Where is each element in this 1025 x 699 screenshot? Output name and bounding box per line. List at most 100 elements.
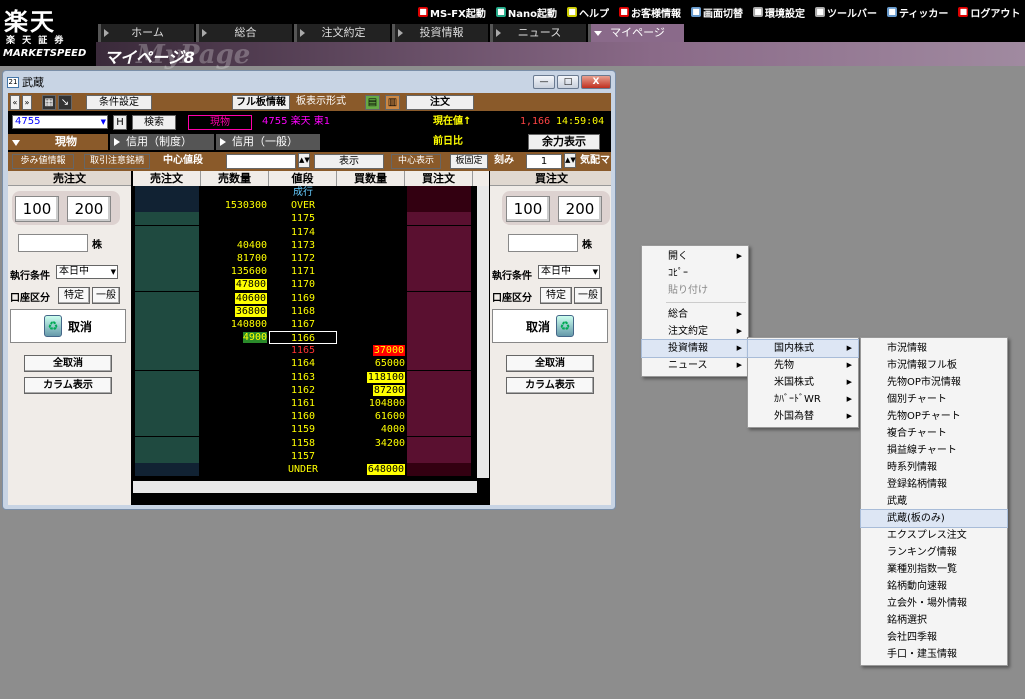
sell-order-cell[interactable] xyxy=(135,462,199,476)
buy-order-cell[interactable] xyxy=(407,251,471,265)
buy-qty-200-button[interactable]: 200 xyxy=(558,196,602,222)
pointer-icon[interactable]: ↘ xyxy=(58,95,72,110)
sell-order-cell[interactable] xyxy=(135,238,199,252)
menu3-item-3[interactable]: 個別チャート xyxy=(861,391,1007,408)
buy-order-cell[interactable] xyxy=(407,186,471,199)
sell-order-cell[interactable] xyxy=(135,436,199,450)
tick-spinner[interactable]: ▲▼ xyxy=(564,153,576,168)
menu3-item-1[interactable]: 市況情報フル板 xyxy=(861,357,1007,374)
menu1-item-5[interactable]: 投資情報 xyxy=(641,339,749,358)
sell-acct-ippan[interactable]: 一般 xyxy=(92,287,120,304)
buy-order-cell[interactable] xyxy=(407,265,471,279)
sell-qty-input[interactable] xyxy=(18,234,88,252)
sell-order-cell[interactable] xyxy=(135,304,199,318)
sell-order-cell[interactable] xyxy=(135,291,199,305)
buy-order-cell[interactable] xyxy=(407,423,471,437)
menu1-item-1[interactable]: ｺﾋﾟｰ xyxy=(642,265,748,282)
sell-acct-tokutei[interactable]: 特定 xyxy=(58,287,90,304)
buy-column-button[interactable]: カラム表示 xyxy=(506,377,594,394)
board-hscroll[interactable] xyxy=(133,481,477,493)
sell-order-cell[interactable] xyxy=(135,344,199,358)
sell-order-cell[interactable] xyxy=(135,265,199,279)
nav-tab-2[interactable]: 注文約定 xyxy=(294,24,390,42)
buy-order-cell[interactable] xyxy=(407,238,471,252)
menu2-item-0[interactable]: 国内株式 xyxy=(747,339,859,358)
sell-cancel-all-button[interactable]: 全取消 xyxy=(24,355,112,372)
buy-order-cell[interactable] xyxy=(407,317,471,331)
sell-order-cell[interactable] xyxy=(135,225,199,239)
menu1-item-6[interactable]: ニュース xyxy=(642,357,748,374)
menu3-item-0[interactable]: 市況情報 xyxy=(861,340,1007,357)
h-button[interactable]: H xyxy=(113,115,127,130)
prev-icon[interactable]: « xyxy=(10,95,20,110)
menu3-item-10[interactable]: 武蔵(板のみ) xyxy=(860,509,1008,528)
buy-order-cell[interactable] xyxy=(407,397,471,410)
buy-order-cell[interactable] xyxy=(407,357,471,371)
buy-order-cell[interactable] xyxy=(407,278,471,292)
buy-order-cell[interactable] xyxy=(407,383,471,397)
sell-order-cell[interactable] xyxy=(135,397,199,410)
center-display-button[interactable]: 中心表示 xyxy=(391,154,441,169)
sell-order-cell[interactable] xyxy=(135,449,199,463)
menu3-item-11[interactable]: エクスプレス注文 xyxy=(861,527,1007,544)
toolmenu-item-8[interactable]: ■ ログアウト xyxy=(958,4,1020,20)
menu2-item-3[interactable]: ｶﾊﾞｰﾄﾞWR xyxy=(748,391,858,408)
toolmenu-item-0[interactable]: ■ MS-FX起動 xyxy=(418,4,486,20)
next-icon[interactable]: » xyxy=(22,95,32,110)
board-fixed-button[interactable]: 板固定 xyxy=(450,154,488,169)
buy-order-cell[interactable] xyxy=(407,344,471,358)
nav-tab-5[interactable]: マイページ xyxy=(588,24,684,42)
market-type[interactable]: 現物 xyxy=(188,115,252,130)
tick-input[interactable]: 1 xyxy=(526,154,562,169)
menu3-item-5[interactable]: 複合チャート xyxy=(861,425,1007,442)
sell-order-cell[interactable] xyxy=(135,278,199,292)
sell-order-cell[interactable] xyxy=(135,410,199,424)
sell-order-cell[interactable] xyxy=(135,186,199,199)
sell-order-cell[interactable] xyxy=(135,423,199,437)
buy-order-cell[interactable] xyxy=(407,212,471,226)
menu3-item-17[interactable]: 会社四季報 xyxy=(861,629,1007,646)
buy-cond-select[interactable]: 本日中 xyxy=(538,265,600,279)
menu2-item-2[interactable]: 米国株式 xyxy=(748,374,858,391)
sell-cond-select[interactable]: 本日中 xyxy=(56,265,118,279)
buy-order-cell[interactable] xyxy=(407,436,471,450)
buy-order-cell[interactable] xyxy=(407,449,471,463)
menu2-item-4[interactable]: 外国為替 xyxy=(748,408,858,425)
format-a-icon[interactable]: ▤ xyxy=(365,95,380,110)
sell-qty-200-button[interactable]: 200 xyxy=(67,196,111,222)
menu1-item-3[interactable]: 総合 xyxy=(642,306,748,323)
tab-shinyo-ippan[interactable]: 信用（一般） xyxy=(216,134,320,150)
close-button[interactable]: X xyxy=(581,75,611,89)
toolmenu-item-2[interactable]: ■ ヘルプ xyxy=(566,4,609,20)
buy-qty-100-button[interactable]: 100 xyxy=(506,196,550,222)
condition-button[interactable]: 条件設定 xyxy=(86,95,152,110)
sell-cancel-button[interactable]: ♻ 取消 xyxy=(10,309,126,343)
sell-order-cell[interactable] xyxy=(135,331,199,345)
ayumi-button[interactable]: 歩み値情報 xyxy=(12,154,74,169)
minimize-button[interactable]: — xyxy=(533,75,555,89)
menu3-item-2[interactable]: 先物OP市況情報 xyxy=(861,374,1007,391)
torihiki-button[interactable]: 取引注意銘柄 xyxy=(84,154,150,169)
toolmenu-item-7[interactable]: ■ ティッカー xyxy=(886,4,948,20)
sell-order-cell[interactable] xyxy=(135,251,199,265)
buy-order-cell[interactable] xyxy=(407,304,471,318)
buy-acct-ippan[interactable]: 一般 xyxy=(574,287,602,304)
sell-order-cell[interactable] xyxy=(135,370,199,384)
menu3-item-9[interactable]: 武蔵 xyxy=(861,493,1007,510)
code-input[interactable]: 4755 xyxy=(12,115,108,129)
tab-shinyo-seido[interactable]: 信用（制度） xyxy=(110,134,214,150)
sell-order-cell[interactable] xyxy=(135,357,199,371)
buy-order-cell[interactable] xyxy=(407,225,471,239)
menu3-item-13[interactable]: 業種別指数一覧 xyxy=(861,561,1007,578)
grid-icon[interactable]: ▦ xyxy=(42,95,56,110)
nav-tab-4[interactable]: ニュース xyxy=(490,24,586,42)
center-spinner[interactable]: ▲▼ xyxy=(298,153,310,168)
menu3-item-12[interactable]: ランキング情報 xyxy=(861,544,1007,561)
toolmenu-item-5[interactable]: ■ 環境設定 xyxy=(752,4,805,20)
menu1-item-4[interactable]: 注文約定 xyxy=(642,323,748,340)
sell-order-cell[interactable] xyxy=(135,212,199,226)
order-button[interactable]: 注文 xyxy=(406,95,474,110)
buy-order-cell[interactable] xyxy=(407,291,471,305)
maximize-button[interactable]: □ xyxy=(557,75,579,89)
display-button[interactable]: 表示 xyxy=(314,154,384,169)
